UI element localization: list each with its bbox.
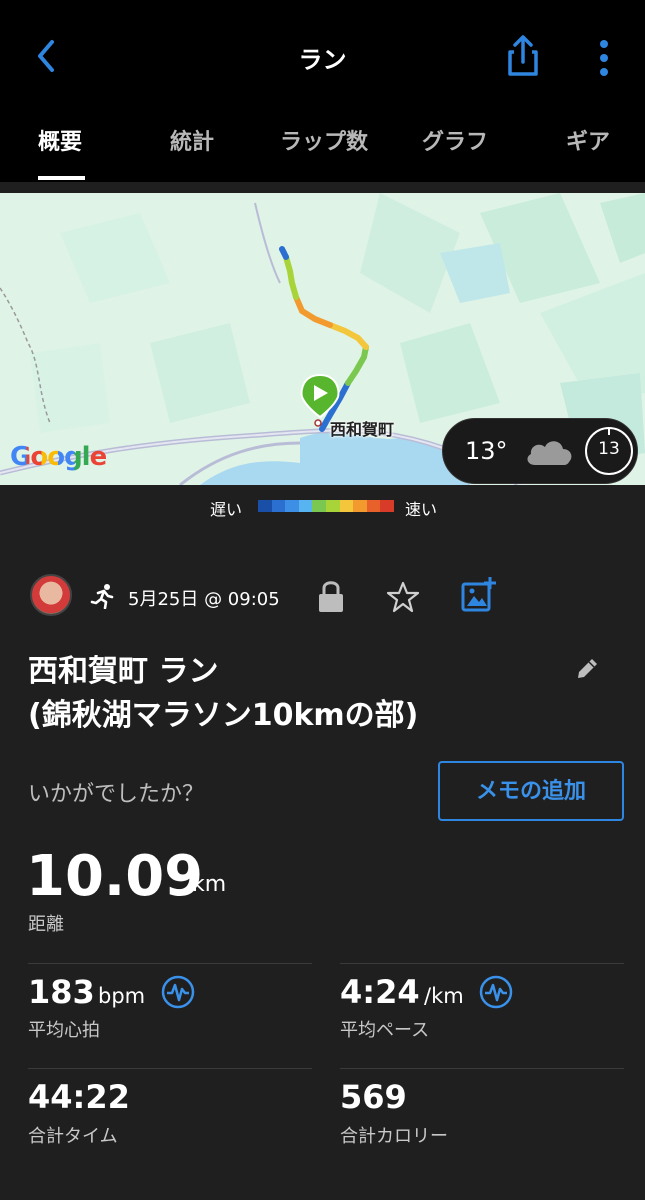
distance-value: 10.09 xyxy=(26,844,204,909)
activity-date: 5月25日 @ 09:05 xyxy=(128,589,280,610)
avg-hr-unit: bpm xyxy=(98,984,146,1008)
calories-value: 569 xyxy=(340,1078,407,1116)
more-vertical-icon xyxy=(600,40,608,76)
divider xyxy=(340,963,624,964)
feedback-prompt: いかがでしたか？ xyxy=(28,782,205,807)
wind-speed: 13 xyxy=(598,439,620,459)
legend-swatch xyxy=(339,500,354,512)
calories-label: 合計カロリー xyxy=(340,1126,448,1147)
avg-pace-label: 平均ペース xyxy=(340,1020,430,1041)
legend-swatch xyxy=(325,500,340,512)
pencil-icon[interactable] xyxy=(574,656,600,682)
speed-legend-bar xyxy=(258,500,394,512)
divider xyxy=(340,1068,624,1069)
legend-swatch xyxy=(271,500,286,512)
legend-fast-label: 速い xyxy=(405,500,438,519)
legend-swatch xyxy=(285,500,299,512)
activity-title: 西和賀町 ラン (錦秋湖マラソン10kmの部) xyxy=(28,650,568,738)
total-time-value: 44:22 xyxy=(28,1078,130,1116)
distance-unit: km xyxy=(192,872,227,897)
add-photo-icon[interactable] xyxy=(460,576,498,614)
avg-pace-value: 4:24 xyxy=(340,973,420,1011)
divider xyxy=(28,963,312,964)
share-button[interactable] xyxy=(500,32,546,80)
map-provider-text: Google xyxy=(10,442,107,472)
legend-swatch xyxy=(366,500,381,512)
avatar[interactable] xyxy=(30,574,72,616)
active-tab-indicator xyxy=(38,176,85,180)
wind-dial: 13 xyxy=(583,425,635,477)
legend-swatch xyxy=(258,500,272,512)
lock-icon[interactable] xyxy=(316,578,346,614)
avg-hr-label: 平均心拍 xyxy=(28,1020,100,1041)
legend-slow-label: 遅い xyxy=(210,500,243,519)
avg-pace-unit: /km xyxy=(424,984,464,1008)
tab-graph[interactable]: グラフ xyxy=(422,124,488,156)
legend-swatch xyxy=(380,500,394,512)
share-icon xyxy=(508,35,538,76)
add-memo-button[interactable]: メモの追加 xyxy=(438,761,624,821)
distance-label: 距離 xyxy=(28,914,64,935)
more-options-button[interactable] xyxy=(586,36,622,80)
tab-overview[interactable]: 概要 xyxy=(38,124,82,156)
weather-widget[interactable]: 13° 13 xyxy=(442,418,638,484)
star-icon[interactable] xyxy=(386,580,420,614)
activity-title-line1: 西和賀町 ラン xyxy=(28,654,219,689)
cloud-icon xyxy=(527,441,572,465)
running-icon xyxy=(90,584,114,609)
tab-bar: 概要 統計 ラップ数 グラフ ギア xyxy=(0,110,645,182)
tab-gear[interactable]: ギア xyxy=(566,124,610,156)
map-place-label: 西和賀町 xyxy=(330,420,395,439)
heart-rate-zone-icon[interactable] xyxy=(160,974,196,1010)
top-bar: ラン xyxy=(0,0,645,110)
avg-hr-value: 183 xyxy=(28,973,95,1011)
pace-zone-icon[interactable] xyxy=(478,974,514,1010)
legend-swatch xyxy=(353,500,367,512)
page-title: ラン xyxy=(298,46,347,74)
legend-swatch xyxy=(298,500,313,512)
google-logo: Google xyxy=(10,442,107,472)
tab-laps[interactable]: ラップ数 xyxy=(280,124,368,156)
legend-swatch xyxy=(312,500,326,512)
tab-stats[interactable]: 統計 xyxy=(170,124,214,156)
activity-title-line2: (錦秋湖マラソン10kmの部) xyxy=(28,698,419,733)
temperature: 13° xyxy=(465,437,508,465)
divider xyxy=(28,1068,312,1069)
total-time-label: 合計タイム xyxy=(28,1126,118,1147)
